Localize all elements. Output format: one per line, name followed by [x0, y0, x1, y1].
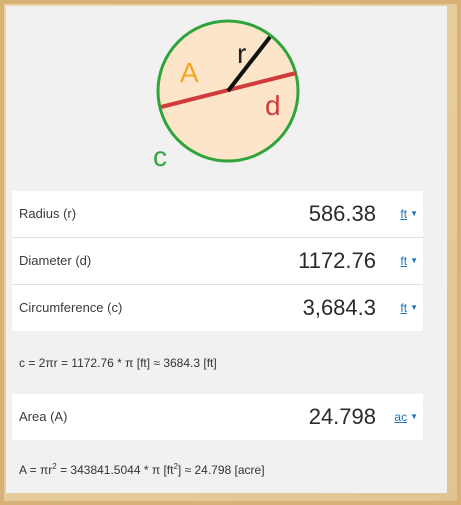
diameter-unit-select[interactable]: ft ▼ [400, 238, 418, 284]
circumference-value[interactable]: 3,684.3 [303, 285, 376, 331]
area-value[interactable]: 24.798 [309, 394, 376, 440]
chevron-down-icon: ▼ [410, 209, 418, 218]
chevron-down-icon: ▼ [410, 303, 418, 312]
diameter-label: Diameter (d) [19, 253, 92, 268]
area-row: Area (A) 24.798 ac ▼ [12, 394, 423, 440]
area-label: Area (A) [19, 409, 68, 424]
circumference-unit-select[interactable]: ft ▼ [400, 285, 418, 331]
area-formula-prefix: A = πr [19, 463, 53, 477]
radius-label: Radius (r) [19, 206, 77, 221]
circumference-label-c: c [153, 141, 167, 172]
diameter-unit-label: ft [400, 254, 408, 268]
circumference-row: Circumference (c) 3,684.3 ft ▼ [12, 285, 423, 331]
radius-row: Radius (r) 586.38 ft ▼ [12, 191, 423, 237]
calculator-panel: A r d c Radius (r) 586.38 ft ▼ Diameter … [6, 6, 447, 493]
radius-value[interactable]: 586.38 [309, 191, 376, 237]
radius-unit-select[interactable]: ft ▼ [400, 191, 418, 237]
area-unit-label: ac [394, 410, 408, 424]
chevron-down-icon: ▼ [410, 412, 418, 421]
circumference-label: Circumference (c) [19, 300, 123, 315]
radius-unit-label: ft [400, 207, 408, 221]
diameter-value[interactable]: 1172.76 [298, 238, 376, 284]
circumference-unit-label: ft [400, 301, 408, 315]
circle-diagram: A r d c [153, 19, 300, 172]
area-formula: A = πr2 = 343841.5044 * π [ft2] ≈ 24.798… [19, 462, 265, 477]
area-formula-middle: = 343841.5044 * π [ft [56, 463, 174, 477]
diameter-row: Diameter (d) 1172.76 ft ▼ [12, 238, 423, 284]
circumference-formula: c = 2πr = 1172.76 * π [ft] ≈ 3684.3 [ft] [19, 356, 217, 370]
area-unit-select[interactable]: ac ▼ [394, 394, 418, 440]
diameter-label-d: d [265, 90, 281, 121]
area-label-a: A [180, 57, 199, 88]
chevron-down-icon: ▼ [410, 256, 418, 265]
radius-label-r: r [237, 38, 246, 69]
area-formula-suffix: ] ≈ 24.798 [acre] [177, 463, 265, 477]
